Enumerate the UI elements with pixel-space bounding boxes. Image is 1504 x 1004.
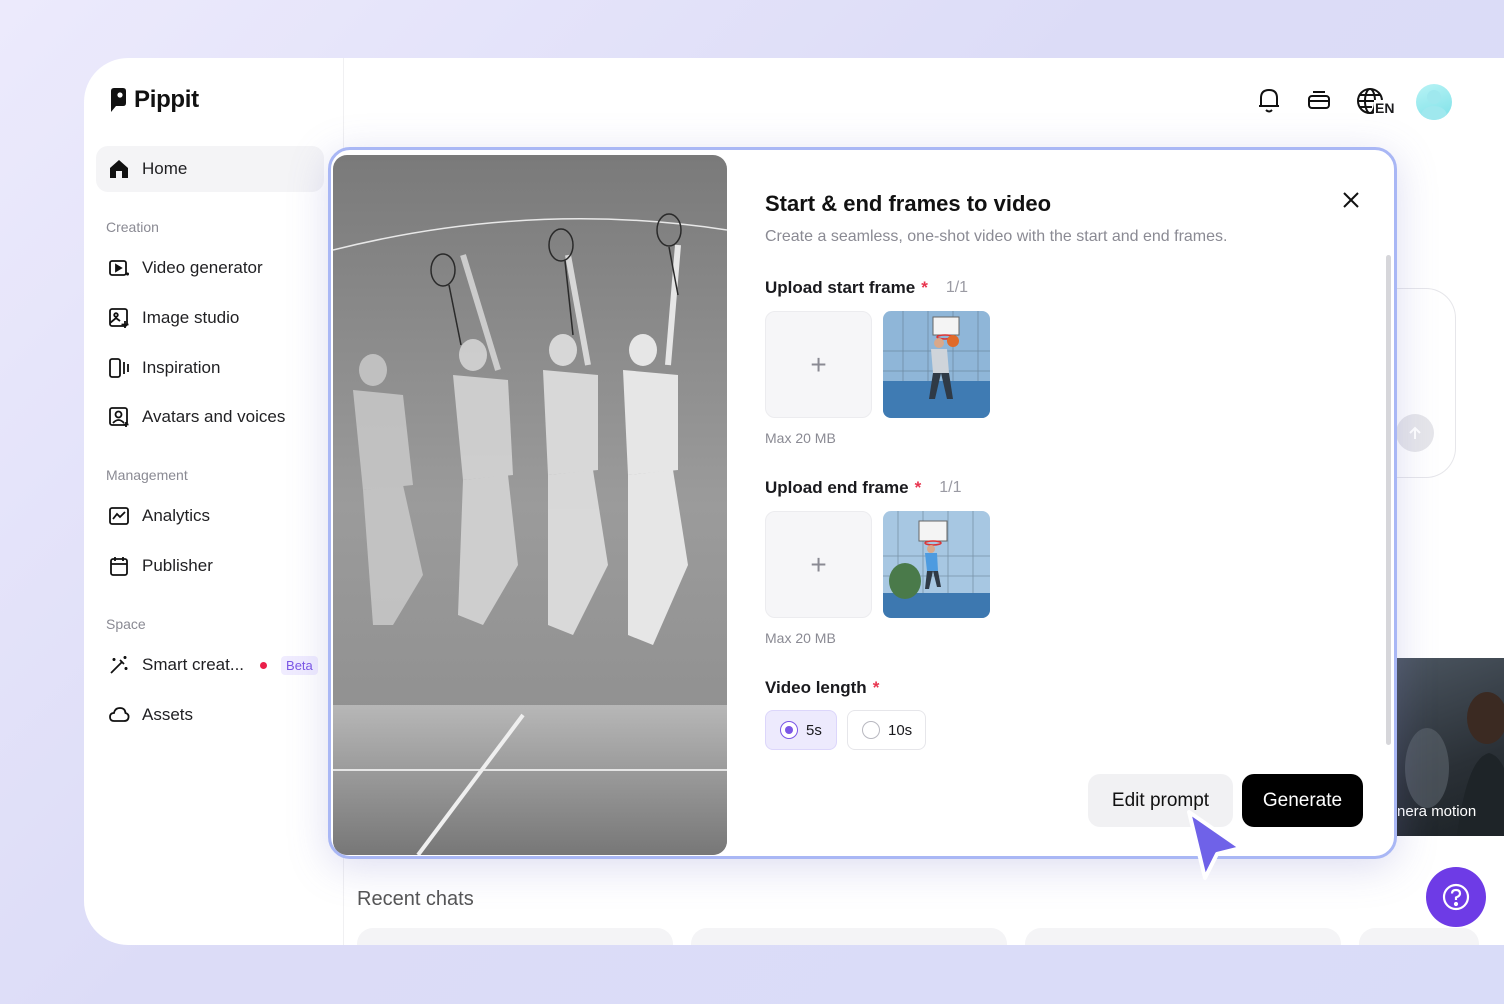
- logo-text: Pippit: [134, 86, 199, 113]
- start-frame-label: Upload start frame * 1/1: [765, 278, 968, 298]
- start-end-frames-modal: Start & end frames to video Create a sea…: [328, 147, 1397, 859]
- sidebar-item-label: Image studio: [142, 308, 240, 327]
- arrow-up-icon: [1409, 426, 1421, 439]
- prompt-input-card: [1394, 288, 1456, 478]
- sidebar-item-home[interactable]: Home: [96, 146, 324, 192]
- end-frame-upload-button[interactable]: +: [765, 511, 872, 618]
- close-button[interactable]: [1339, 188, 1363, 212]
- sidebar-item-label: Avatars and voices: [142, 407, 286, 426]
- avatar-voice-icon: [108, 406, 130, 428]
- calendar-icon: [108, 555, 130, 577]
- cloud-icon: [108, 704, 130, 726]
- bell-icon[interactable]: [1256, 86, 1282, 119]
- badminton-sequence-image: [333, 155, 727, 855]
- section-space: Space: [106, 616, 146, 632]
- sidebar-item-image-studio[interactable]: Image studio: [96, 295, 324, 341]
- required-asterisk: *: [872, 678, 880, 697]
- radio-unselected-icon: [862, 721, 880, 739]
- video-length-label: Video length *: [765, 678, 879, 698]
- sidebar-item-publisher[interactable]: Publisher: [96, 543, 324, 589]
- language-code: EN: [1374, 100, 1396, 116]
- new-indicator-dot: [260, 661, 268, 669]
- pippit-logo-icon: [111, 88, 126, 112]
- start-frame-thumbnail[interactable]: [883, 311, 990, 418]
- sidebar-item-avatars-and-voices[interactable]: Avatars and voices: [96, 394, 324, 440]
- upload-count: 1/1: [945, 279, 969, 296]
- recent-chat-card[interactable]: [357, 928, 673, 945]
- section-management: Management: [106, 467, 188, 483]
- help-button[interactable]: [1426, 867, 1486, 927]
- sidebar-item-label: Inspiration: [142, 358, 221, 377]
- thumbnail-caption: nera motion: [1397, 803, 1477, 820]
- end-frame-thumbnail[interactable]: [883, 511, 990, 618]
- beta-badge: Beta: [281, 655, 318, 675]
- sidebar-item-label: Home: [142, 159, 188, 178]
- radio-selected-icon: [780, 721, 798, 739]
- sidebar-item-video-generator[interactable]: Video generator: [96, 245, 324, 291]
- field-label-text: Upload start frame: [765, 278, 916, 297]
- start-frame-max-size: Max 20 MB: [765, 430, 836, 446]
- video-generator-icon: [108, 257, 130, 279]
- magic-wand-icon: [108, 654, 130, 676]
- section-creation: Creation: [106, 219, 159, 235]
- radio-label: 5s: [806, 721, 822, 739]
- image-studio-icon: [108, 307, 130, 329]
- user-avatar[interactable]: [1416, 84, 1452, 120]
- generate-button[interactable]: Generate: [1242, 774, 1363, 827]
- plus-icon: +: [810, 348, 827, 380]
- send-button[interactable]: [1396, 414, 1434, 452]
- modal-title: Start & end frames to video: [765, 191, 1052, 216]
- end-frame-label: Upload end frame * 1/1: [765, 478, 961, 498]
- sidebar-item-label: Publisher: [142, 556, 213, 575]
- basketball-player-image: [883, 311, 990, 418]
- sidebar-item-label: Smart creat...: [142, 655, 245, 674]
- recent-chats-heading: Recent chats: [357, 888, 474, 910]
- home-icon: [108, 158, 130, 180]
- language-globe-icon[interactable]: EN: [1356, 87, 1396, 117]
- required-asterisk: *: [914, 478, 922, 497]
- sidebar-item-smart-creation[interactable]: Smart creat... Beta: [96, 642, 324, 688]
- required-asterisk: *: [921, 278, 928, 297]
- inspiration-thumbnail[interactable]: nera motion: [1397, 658, 1504, 836]
- upload-count: 1/1: [939, 479, 962, 496]
- sidebar-item-inspiration[interactable]: Inspiration: [96, 345, 324, 391]
- end-frame-max-size: Max 20 MB: [765, 630, 836, 646]
- plus-icon: +: [810, 548, 827, 580]
- close-icon: [1343, 192, 1359, 208]
- recent-chat-list: [357, 928, 1479, 945]
- topbar-actions: EN: [1256, 84, 1452, 120]
- recent-chat-card[interactable]: [1359, 928, 1479, 945]
- credits-icon[interactable]: [1306, 87, 1332, 118]
- length-option-10s[interactable]: 10s: [847, 710, 926, 750]
- modal-scrollbar[interactable]: [1386, 255, 1391, 745]
- recent-chat-card[interactable]: [1025, 928, 1341, 945]
- sidebar-item-label: Video generator: [142, 258, 263, 277]
- sidebar-item-label: Analytics: [142, 506, 211, 525]
- length-option-5s[interactable]: 5s: [765, 710, 837, 750]
- field-label-text: Upload end frame: [765, 478, 909, 497]
- preview-image: [333, 155, 727, 855]
- radio-label: 10s: [888, 721, 913, 739]
- modal-subtitle: Create a seamless, one-shot video with t…: [765, 228, 1228, 245]
- start-frame-upload-button[interactable]: +: [765, 311, 872, 418]
- analytics-icon: [108, 505, 130, 527]
- sidebar-item-label: Assets: [142, 705, 194, 724]
- logo[interactable]: Pippit: [108, 86, 199, 114]
- sidebar-item-assets[interactable]: Assets: [96, 692, 324, 738]
- field-label-text: Video length: [765, 678, 867, 697]
- pointer-cursor-icon: [1187, 810, 1243, 880]
- inspiration-icon: [108, 357, 130, 379]
- recent-chat-card[interactable]: [691, 928, 1007, 945]
- sidebar-item-analytics[interactable]: Analytics: [96, 493, 324, 539]
- sidebar: Pippit Home Creation Video generator Ima…: [84, 58, 344, 945]
- basketball-dunk-image: [883, 511, 990, 618]
- question-mark-icon: [1442, 883, 1470, 911]
